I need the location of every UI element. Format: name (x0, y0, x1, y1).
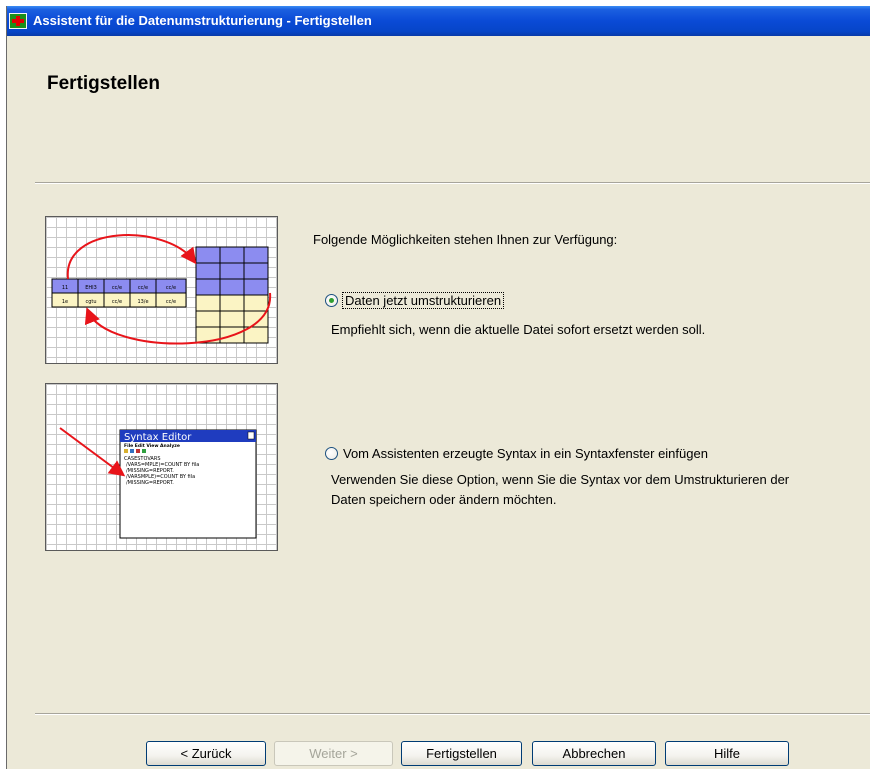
syntax-editor-title: Syntax Editor (124, 432, 192, 443)
cell-text: cc/e (166, 299, 176, 305)
cell-text: cc/e (166, 285, 176, 291)
syntax-menu: File Edit View Analyze (124, 443, 180, 449)
option-paste-syntax[interactable]: Vom Assistenten erzeugte Syntax in ein S… (325, 446, 708, 461)
wide-table: 11 EHI3 cc/e cc/e cc/e 1e cgtu cc/e 13/e… (51, 278, 187, 308)
syntax-illustration: Syntax Editor File Edit View Analyze CAS… (45, 383, 278, 551)
back-button[interactable]: < Zurück (146, 741, 266, 766)
cell-text: cc/e (112, 285, 122, 291)
option-paste-syntax-label[interactable]: Vom Assistenten erzeugte Syntax in ein S… (343, 446, 708, 461)
help-button[interactable]: Hilfe (665, 741, 789, 766)
description-line: Empfiehlt sich, wenn die aktuelle Datei … (331, 322, 706, 337)
app-icon (9, 13, 27, 29)
description-line: Verwenden Sie diese Option, wenn Sie die… (331, 472, 790, 487)
restructure-diagram: 11 EHI3 cc/e cc/e cc/e 1e cgtu cc/e 13/e… (51, 234, 272, 345)
cancel-button[interactable]: Abbrechen (532, 741, 656, 766)
cell-text: cc/e (112, 299, 122, 305)
long-table (195, 246, 269, 344)
syntax-line: /MISSING=REPORT. (126, 480, 174, 486)
arrow-to-syntax (59, 427, 126, 477)
finish-button[interactable]: Fertigstellen (401, 741, 522, 766)
options-intro: Folgende Möglichkeiten stehen Ihnen zur … (313, 232, 618, 247)
title-bar[interactable]: Assistent für die Datenumstrukturierung … (7, 6, 870, 36)
option-restructure-now-label[interactable]: Daten jetzt umstrukturieren (341, 292, 505, 309)
cell-text: 1e (62, 299, 68, 305)
window-title: Assistent für die Datenumstrukturierung … (33, 13, 372, 28)
cell-text: 11 (62, 285, 68, 291)
syntax-diagram: Syntax Editor File Edit View Analyze CAS… (59, 427, 257, 539)
radio-selected-icon[interactable] (325, 294, 338, 307)
cell-text: 13/e (137, 299, 148, 305)
next-button[interactable]: Weiter > (274, 741, 393, 766)
footer-separator (35, 713, 870, 715)
arrow-to-long (66, 234, 197, 280)
cell-text: cgtu (85, 299, 96, 305)
restructure-illustration: 11 EHI3 cc/e cc/e cc/e 1e cgtu cc/e 13/e… (45, 216, 278, 364)
header-separator (35, 182, 870, 184)
option-restructure-now[interactable]: Daten jetzt umstrukturieren (325, 292, 505, 309)
description-line: Daten speichern oder ändern möchten. (331, 492, 557, 507)
cell-text: cc/e (138, 285, 148, 291)
cell-text: EHI3 (85, 285, 97, 291)
radio-unselected-icon[interactable] (325, 447, 338, 460)
page-title: Fertigstellen (47, 73, 160, 94)
wizard-window: Assistent für die Datenumstrukturierung … (6, 6, 870, 769)
option-paste-syntax-description: Verwenden Sie diese Option, wenn Sie die… (331, 470, 789, 510)
option-restructure-now-description: Empfiehlt sich, wenn die aktuelle Datei … (331, 320, 705, 340)
close-icon (247, 431, 255, 440)
